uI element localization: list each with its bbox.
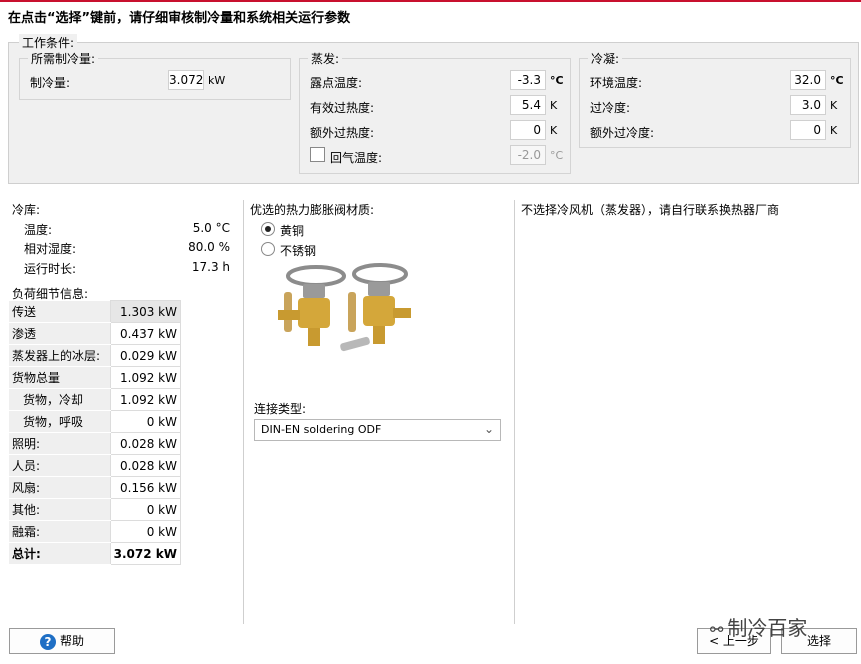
capacity-label: 制冷量: [30,76,71,90]
condensing-group-legend: 冷凝: [588,50,623,67]
brass-label: 黄铜 [280,224,305,238]
work-conditions-legend: 工作条件: [19,34,78,51]
dew-point-field[interactable]: -3.3 [510,70,546,90]
chevron-down-icon: ⌄ [483,422,494,436]
return-gas-unit: °C [550,149,564,162]
condensing-group: 冷凝: 环境温度: 32.0 °C 过冷度: 3.0 K 额外过冷度: 0 K [579,50,851,148]
load-value: 0 kW [109,520,182,543]
table-row: 传送 1.303 kW [9,300,182,323]
table-row-total: 总计: 3.072 kW [9,542,182,565]
capacity-field[interactable]: 3.072 [168,70,204,90]
expansion-valve-image [278,263,411,352]
table-row: 渗透 0.437 kW [9,322,182,345]
stainless-radio[interactable] [261,242,275,256]
load-name: 蒸发器上的冰层: [9,344,111,367]
load-name: 货物，冷却 [9,388,111,411]
watermark-text: 制冷百家 [727,616,808,640]
capacity-group: 所需制冷量: 制冷量: 3.072 kW [19,50,291,100]
table-row: 其他: 0 kW [9,498,182,521]
load-name: 货物总量 [9,366,111,389]
valve-material-heading: 优选的热力膨胀阀材质: [250,203,375,217]
humidity-label: 相对湿度: [24,242,77,256]
subcool-unit: K [830,99,838,112]
load-value: 0.028 kW [109,454,182,477]
capacity-unit: kW [208,74,226,87]
load-value: 1.092 kW [109,366,182,389]
connection-type-value: DIN-EN soldering ODF [261,423,382,436]
extra-subcool-field[interactable]: 0 [790,120,826,140]
load-name: 其他: [9,498,111,521]
extra-superheat-field[interactable]: 0 [510,120,546,140]
load-value: 0.029 kW [109,344,182,367]
load-name: 传送 [9,300,111,323]
subcool-field[interactable]: 3.0 [790,95,826,115]
load-value: 0.437 kW [109,322,182,345]
load-name: 融霜: [9,520,111,543]
return-gas-label: 回气温度: [330,151,383,165]
table-row: 货物总量 1.092 kW [9,366,182,389]
accent-top-line [0,0,861,2]
superheat-unit: K [550,99,558,112]
dew-point-label: 露点温度: [310,76,363,90]
runtime-value: 17.3 h [191,260,230,274]
connection-type-select[interactable]: DIN-EN soldering ODF ⌄ [254,419,501,441]
cold-room-heading: 冷库: [12,203,41,217]
subcool-label: 过冷度: [590,101,631,115]
table-row: 蒸发器上的冰层: 0.029 kW [9,344,182,367]
evaporation-group: 蒸发: 露点温度: -3.3 °C 有效过热度: 5.4 K 额外过热度: 0 … [299,50,571,174]
column-divider-2 [514,200,515,624]
evaporation-group-legend: 蒸发: [308,50,343,67]
load-name: 总计: [9,542,111,565]
load-value: 0 kW [109,410,182,433]
room-temp-value: 5.0 °C [192,221,230,235]
load-value: 0.028 kW [109,432,182,455]
table-row: 风扇: 0.156 kW [9,476,182,499]
table-row: 货物，呼吸 0 kW [9,410,182,433]
table-row: 融霜: 0 kW [9,520,182,543]
ambient-temp-field[interactable]: 32.0 [790,70,826,90]
stainless-label: 不锈钢 [280,244,317,258]
superheat-field[interactable]: 5.4 [510,95,546,115]
help-button[interactable]: ? 帮助 [9,628,115,654]
ambient-temp-unit: °C [830,74,844,87]
load-value: 1.303 kW [109,300,182,323]
extra-superheat-unit: K [550,124,558,137]
help-icon: ? [39,633,56,650]
dew-point-unit: °C [550,74,564,87]
load-value: 1.092 kW [109,388,182,411]
runtime-label: 运行时长: [24,262,77,276]
load-name: 货物，呼吸 [9,410,111,433]
load-value: 3.072 kW [109,542,182,565]
load-value: 0 kW [109,498,182,521]
table-row: 人员: 0.028 kW [9,454,182,477]
load-name: 人员: [9,454,111,477]
work-conditions-panel: 工作条件: 所需制冷量: 制冷量: 3.072 kW 蒸发: 露点温度: -3.… [8,34,859,184]
room-temp-label: 温度: [24,223,53,237]
evaporator-note: 不选择冷风机（蒸发器），请自行联系换热器厂商 [521,203,780,217]
load-table: 传送 1.303 kW 渗透 0.437 kW 蒸发器上的冰层: 0.029 kW 货… [9,300,182,565]
load-value: 0.156 kW [109,476,182,499]
help-label: 帮助 [59,634,84,648]
return-gas-checkbox[interactable] [310,147,325,162]
return-gas-field[interactable]: -2.0 [510,145,546,165]
extra-subcool-unit: K [830,124,838,137]
load-name: 渗透 [9,322,111,345]
watermark: ⚯ 制冷百家 [710,612,807,641]
ambient-temp-label: 环境温度: [590,76,643,90]
load-name: 照明: [9,432,111,455]
table-row: 照明: 0.028 kW [9,432,182,455]
chat-bubble-icon: ⚯ [710,620,724,639]
superheat-label: 有效过热度: [310,101,375,115]
load-name: 风扇: [9,476,111,499]
extra-superheat-label: 额外过热度: [310,126,375,140]
extra-subcool-label: 额外过冷度: [590,126,655,140]
table-row: 货物，冷却 1.092 kW [9,388,182,411]
connection-type-label: 连接类型: [254,402,307,416]
capacity-group-legend: 所需制冷量: [28,50,99,67]
page-title: 在点击“选择”键前，请仔细审核制冷量和系统相关运行参数 [8,11,351,26]
brass-radio[interactable] [261,222,275,236]
humidity-value: 80.0 % [188,240,230,254]
column-divider-1 [243,200,244,624]
